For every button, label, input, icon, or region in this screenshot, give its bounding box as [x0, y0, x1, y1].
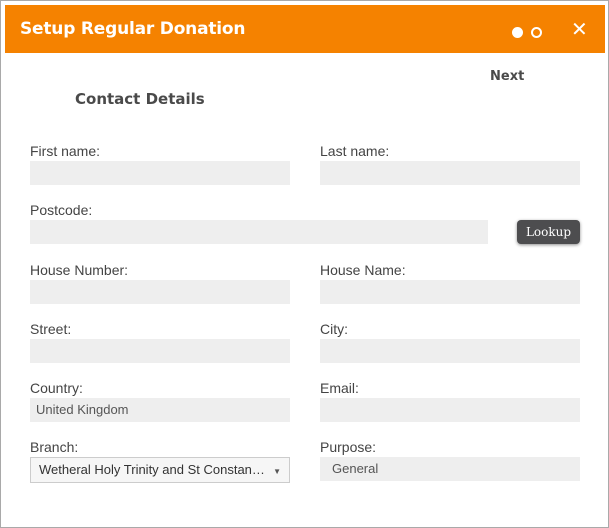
step-indicator-active-icon — [512, 27, 523, 38]
street-input[interactable] — [30, 339, 290, 363]
house-number-input[interactable] — [30, 280, 290, 304]
country-input[interactable] — [30, 398, 290, 422]
postcode-input[interactable] — [30, 220, 488, 244]
purpose-label: Purpose: — [320, 439, 377, 455]
next-button[interactable]: Next — [490, 69, 524, 84]
city-input[interactable] — [320, 339, 580, 363]
house-number-label: House Number: — [30, 262, 129, 278]
section-title: Contact Details — [75, 90, 205, 108]
setup-donation-dialog: Setup Regular Donation ✕ Next Contact De… — [0, 0, 609, 528]
email-input[interactable] — [320, 398, 580, 422]
step-indicator-inactive-icon — [531, 27, 542, 38]
house-name-label: House Name: — [320, 262, 406, 278]
postcode-label: Postcode: — [30, 202, 93, 218]
branch-label: Branch: — [30, 439, 79, 455]
branch-selected-value: Wetheral Holy Trinity and St Constantine — [39, 462, 267, 477]
house-name-input[interactable] — [320, 280, 580, 304]
dialog-title: Setup Regular Donation — [20, 19, 246, 39]
chevron-down-icon: ▼ — [273, 467, 281, 476]
first-name-label: First name: — [30, 143, 101, 159]
email-label: Email: — [320, 380, 359, 396]
branch-select[interactable]: Wetheral Holy Trinity and St Constantine… — [30, 457, 290, 483]
last-name-label: Last name: — [320, 143, 390, 159]
city-label: City: — [320, 321, 348, 337]
dialog-titlebar: Setup Regular Donation ✕ — [5, 5, 605, 53]
first-name-input[interactable] — [30, 161, 290, 185]
lookup-button[interactable]: Lookup — [517, 220, 580, 244]
country-label: Country: — [30, 380, 83, 396]
last-name-input[interactable] — [320, 161, 580, 185]
close-icon[interactable]: ✕ — [571, 17, 588, 41]
purpose-input[interactable] — [320, 457, 580, 481]
street-label: Street: — [30, 321, 72, 337]
